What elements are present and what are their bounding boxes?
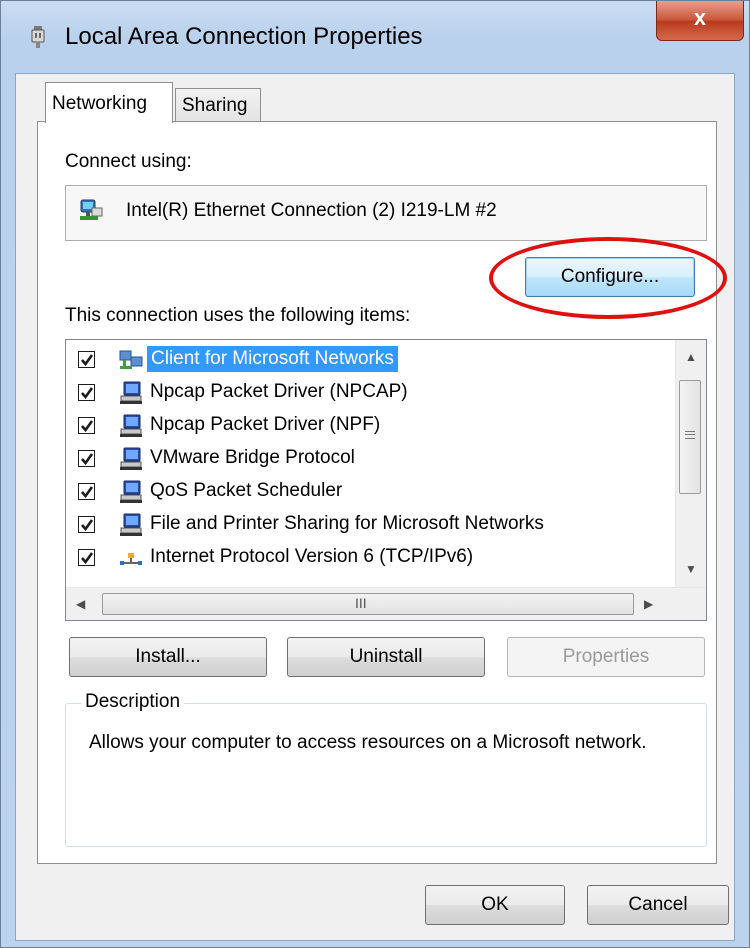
tab-networking-label: Networking (52, 93, 148, 114)
items-label: This connection uses the following items… (65, 305, 411, 326)
network-service-icon (120, 480, 142, 503)
horizontal-scroll-thumb[interactable]: III (102, 593, 634, 615)
list-item[interactable]: Client for Microsoft Networks (66, 344, 676, 377)
list-item[interactable]: Npcap Packet Driver (NPCAP) (66, 377, 676, 410)
adapter-field[interactable]: Intel(R) Ethernet Connection (2) I219-LM… (65, 185, 707, 241)
scroll-left-icon[interactable]: ◀ (76, 597, 85, 611)
title-bar[interactable]: Local Area Connection Properties x (1, 1, 749, 73)
install-button[interactable]: Install... (69, 637, 267, 677)
checkbox[interactable] (78, 516, 95, 533)
checkbox[interactable] (78, 417, 95, 434)
vertical-scroll-thumb[interactable] (679, 380, 701, 494)
list-item-label: VMware Bridge Protocol (150, 447, 355, 468)
list-item-label: Npcap Packet Driver (NPCAP) (150, 381, 408, 402)
network-service-icon (120, 381, 142, 404)
scroll-down-icon[interactable]: ▼ (685, 562, 697, 576)
scroll-up-icon[interactable]: ▲ (685, 350, 697, 364)
list-item[interactable]: File and Printer Sharing for Microsoft N… (66, 509, 676, 542)
list-item[interactable]: Npcap Packet Driver (NPF) (66, 410, 676, 443)
list-item-label: File and Printer Sharing for Microsoft N… (150, 513, 544, 534)
list-item-label: Internet Protocol Version 6 (TCP/IPv6) (150, 546, 474, 567)
list-item[interactable]: Internet Protocol Version 6 (TCP/IPv6) (66, 542, 676, 575)
checkbox[interactable] (78, 450, 95, 467)
tab-sharing-label: Sharing (182, 95, 248, 116)
items-list[interactable]: Client for Microsoft Networks Npcap Pack… (65, 339, 707, 621)
ok-label: OK (481, 894, 509, 915)
grip-icon (685, 434, 695, 435)
list-item-label: Npcap Packet Driver (NPF) (150, 414, 381, 435)
configure-button[interactable]: Configure... (525, 257, 695, 297)
list-item-label: QoS Packet Scheduler (150, 480, 343, 501)
install-label: Install... (135, 646, 201, 667)
protocol-icon (120, 553, 142, 565)
close-button[interactable]: x (656, 1, 744, 41)
checkbox[interactable] (78, 384, 95, 401)
uninstall-button[interactable]: Uninstall (287, 637, 485, 677)
description-text: Allows your computer to access resources… (89, 732, 647, 753)
close-icon: x (693, 5, 707, 30)
configure-label: Configure... (560, 266, 660, 287)
cancel-label: Cancel (628, 894, 688, 915)
window-title: Local Area Connection Properties (65, 23, 423, 50)
list-item[interactable]: QoS Packet Scheduler (66, 476, 676, 509)
scroll-right-icon[interactable]: ▶ (644, 597, 653, 611)
connect-using-label: Connect using: (65, 151, 192, 172)
network-service-icon (120, 447, 142, 470)
tab-networking[interactable]: Networking (45, 82, 173, 123)
properties-button[interactable]: Properties (507, 637, 705, 677)
properties-label: Properties (562, 646, 650, 667)
network-connection-icon (31, 26, 45, 48)
list-item[interactable]: VMware Bridge Protocol (66, 443, 676, 476)
list-item-label: Client for Microsoft Networks (147, 346, 398, 372)
cancel-button[interactable]: Cancel (587, 885, 729, 925)
grip-icon: III (355, 595, 367, 611)
network-service-icon (120, 414, 142, 437)
tab-sharing[interactable]: Sharing (175, 88, 261, 122)
uninstall-label: Uninstall (349, 646, 423, 667)
dialog-window: Local Area Connection Properties x Netwo… (0, 0, 750, 948)
checkbox[interactable] (78, 351, 95, 368)
network-adapter-icon (80, 199, 103, 220)
horizontal-scrollbar[interactable]: ◀ III ▶ (66, 587, 706, 620)
ok-button[interactable]: OK (425, 885, 565, 925)
vertical-scrollbar[interactable]: ▲ ▼ (675, 340, 706, 588)
network-service-icon (120, 513, 142, 536)
adapter-name: Intel(R) Ethernet Connection (2) I219-LM… (126, 200, 497, 221)
grip-icon (685, 431, 695, 439)
description-group (65, 703, 707, 847)
checkbox[interactable] (78, 483, 95, 500)
description-legend: Description (81, 691, 185, 713)
network-client-icon (119, 350, 143, 369)
checkbox[interactable] (78, 549, 95, 566)
